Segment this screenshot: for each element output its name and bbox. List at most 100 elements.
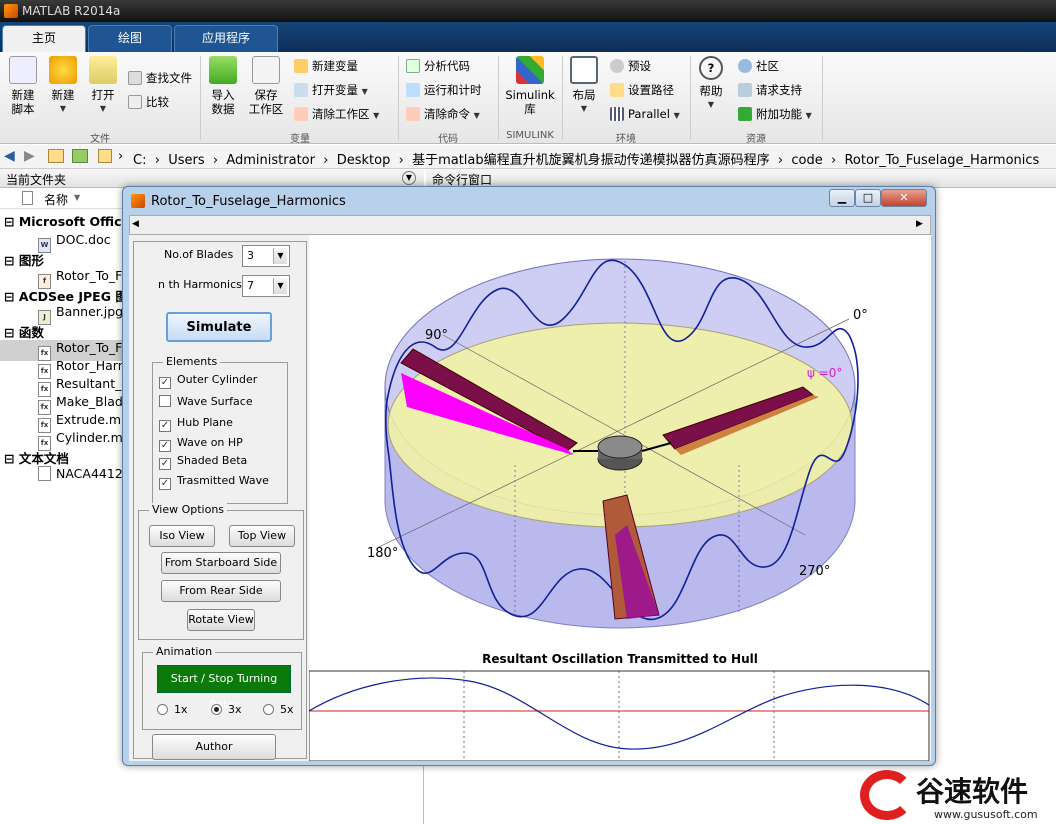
view-options-group: View Options Iso View Top View From Star… — [138, 503, 304, 640]
new-button[interactable]: 新建 ▼ — [46, 56, 80, 116]
addons-icon — [738, 107, 752, 121]
plus-icon — [49, 56, 77, 84]
help-button[interactable]: ? 帮助 ▼ — [696, 56, 726, 112]
save-workspace-button[interactable]: 保存 工作区 — [246, 56, 286, 116]
minimize-button[interactable]: ▁ — [829, 189, 855, 207]
outer-cylinder-checkbox[interactable]: ✓ Outer Cylinder — [159, 373, 257, 389]
layout-icon — [570, 56, 598, 84]
rear-view-button[interactable]: From Rear Side — [161, 580, 281, 602]
checkbox-icon: ✓ — [159, 478, 171, 490]
breadcrumb: C: › Users › Administrator › Desktop › 基… — [133, 153, 1040, 168]
transmitted-wave-checkbox[interactable]: ✓ Trasmitted Wave — [159, 474, 269, 490]
speed-5x-radio[interactable]: 5x — [263, 703, 294, 716]
addons-button[interactable]: 附加功能 ▼ — [738, 106, 812, 124]
up-folder-icon[interactable] — [48, 149, 64, 163]
speed-1x-radio[interactable]: 1x — [157, 703, 188, 716]
community-button[interactable]: 社区 — [738, 58, 779, 74]
group-code-label: 代码 — [438, 134, 458, 145]
scroll-left-icon[interactable]: ◀ — [132, 219, 139, 229]
set-path-button[interactable]: 设置路径 — [610, 82, 674, 98]
compare-button[interactable]: 比较 — [128, 94, 169, 110]
group-jpeg[interactable]: ⊟ ACDSee JPEG 图像 — [4, 286, 140, 305]
tab-apps[interactable]: 应用程序 — [174, 25, 278, 52]
crumb-admin[interactable]: Administrator — [226, 153, 315, 168]
panel-menu-icon[interactable]: ▼ — [402, 171, 416, 185]
top-view-button[interactable]: Top View — [229, 525, 295, 547]
crumb-desktop[interactable]: Desktop — [337, 153, 391, 168]
maximize-button[interactable]: □ — [855, 189, 881, 207]
shaded-beta-checkbox[interactable]: ✓ Shaded Beta — [159, 454, 247, 470]
find-files-button[interactable]: 查找文件 — [128, 70, 192, 86]
import-icon — [209, 56, 237, 84]
simulink-library-button[interactable]: Simulink 库 — [504, 56, 556, 116]
matlab-figure-icon — [131, 194, 145, 208]
clear-commands-button[interactable]: 清除命令 ▼ — [406, 106, 480, 124]
scroll-right-icon[interactable]: ▶ — [916, 219, 923, 229]
tab-plots[interactable]: 绘图 — [88, 25, 172, 52]
clear-workspace-button[interactable]: 清除工作区 ▼ — [294, 106, 379, 124]
group-figures[interactable]: ⊟ 图形 — [4, 250, 44, 269]
divider — [690, 56, 691, 140]
request-support-button[interactable]: 请求支持 — [738, 82, 802, 98]
clear-commands-icon — [406, 107, 420, 121]
chevron-down-icon: ▼ — [361, 87, 368, 96]
rotor-3d-plot: 90° 0° 180° 270° ψ =0° Resultant Oscilla… — [308, 258, 930, 762]
layout-button[interactable]: 布局 ▼ — [568, 56, 600, 116]
start-stop-rotor-button[interactable]: Start / Stop Turning Rotor — [157, 665, 291, 711]
file-naca[interactable]: NACA4412 — [38, 466, 123, 481]
rotate-view-button[interactable]: Rotate View — [187, 609, 255, 631]
back-arrow-icon[interactable]: ◀ — [4, 148, 15, 164]
harmonics-select[interactable]: 7 ▼ — [242, 275, 290, 297]
group-functions[interactable]: ⊟ 函数 — [4, 322, 44, 341]
psi-label: ψ =0° — [807, 366, 842, 380]
import-data-button[interactable]: 导入 数据 — [206, 56, 240, 116]
group-variable-label: 变量 — [290, 134, 310, 145]
preferences-button[interactable]: 预设 — [610, 58, 651, 74]
analyze-code-button[interactable]: 分析代码 — [406, 58, 470, 74]
compare-icon — [128, 95, 142, 109]
parallel-button[interactable]: Parallel ▼ — [610, 106, 680, 124]
group-office[interactable]: ⊟ Microsoft Office — [4, 214, 130, 229]
new-script-button[interactable]: 新建 脚本 — [6, 56, 40, 116]
group-text[interactable]: ⊟ 文本文档 — [4, 448, 69, 467]
column-name[interactable]: 名称 — [44, 191, 68, 208]
crumb-users[interactable]: Users — [168, 153, 204, 168]
speed-3x-radio[interactable]: 3x — [211, 703, 242, 716]
radio-icon — [157, 704, 168, 715]
horizontal-scrollbar[interactable]: ◀ ▶ — [129, 215, 931, 235]
simulate-button[interactable]: Simulate — [166, 312, 272, 342]
file-banner[interactable]: J Banner.jpg — [38, 304, 123, 325]
file-doc[interactable]: W DOC.doc — [38, 232, 111, 253]
checkbox-icon: ✓ — [159, 440, 171, 452]
elements-group: Elements ✓ Outer Cylinder Wave Surface ✓ H… — [152, 355, 288, 504]
ribbon-tabbar: 主页 绘图 应用程序 — [0, 22, 1056, 52]
support-icon — [738, 83, 752, 97]
run-and-time-button[interactable]: 运行和计时 — [406, 82, 482, 98]
close-button[interactable]: ✕ — [881, 189, 927, 207]
chevron-down-icon: ▼ — [373, 111, 380, 120]
new-variable-button[interactable]: 新建变量 — [294, 58, 358, 74]
checkbox-icon: ✓ — [159, 458, 171, 470]
text-file-icon — [38, 466, 51, 481]
simulink-icon — [516, 56, 544, 84]
hub-plane-checkbox[interactable]: ✓ Hub Plane — [159, 416, 233, 432]
open-button[interactable]: 打开 ▼ — [86, 56, 120, 116]
analyze-icon — [406, 59, 420, 73]
author-button[interactable]: Author — [152, 734, 276, 760]
rotor-plot-area: 90° 0° 180° 270° ψ =0° Resultant Oscilla… — [308, 235, 931, 762]
crumb-current[interactable]: Rotor_To_Fuselage_Harmonics — [844, 153, 1039, 168]
brand-logo-icon — [860, 770, 914, 820]
crumb-drive[interactable]: C: — [133, 153, 146, 168]
tab-home[interactable]: 主页 — [2, 25, 86, 52]
wave-on-hp-checkbox[interactable]: ✓ Wave on HP — [159, 436, 243, 452]
wave-surface-checkbox[interactable]: Wave Surface — [159, 395, 253, 408]
blades-select[interactable]: 3 ▼ — [242, 245, 290, 267]
open-variable-button[interactable]: 打开变量 ▼ — [294, 82, 368, 100]
crumb-code[interactable]: code — [791, 153, 822, 168]
browse-folder-icon[interactable] — [72, 149, 88, 163]
iso-view-button[interactable]: Iso View — [149, 525, 215, 547]
starboard-view-button[interactable]: From Starboard Side — [161, 552, 281, 574]
chevron-down-icon: ▼ — [580, 104, 588, 113]
forward-arrow-icon[interactable]: ▶ — [24, 148, 35, 164]
crumb-project[interactable]: 基于matlab编程直升机旋翼机身振动传递模拟器仿真源码程序 — [412, 153, 770, 168]
